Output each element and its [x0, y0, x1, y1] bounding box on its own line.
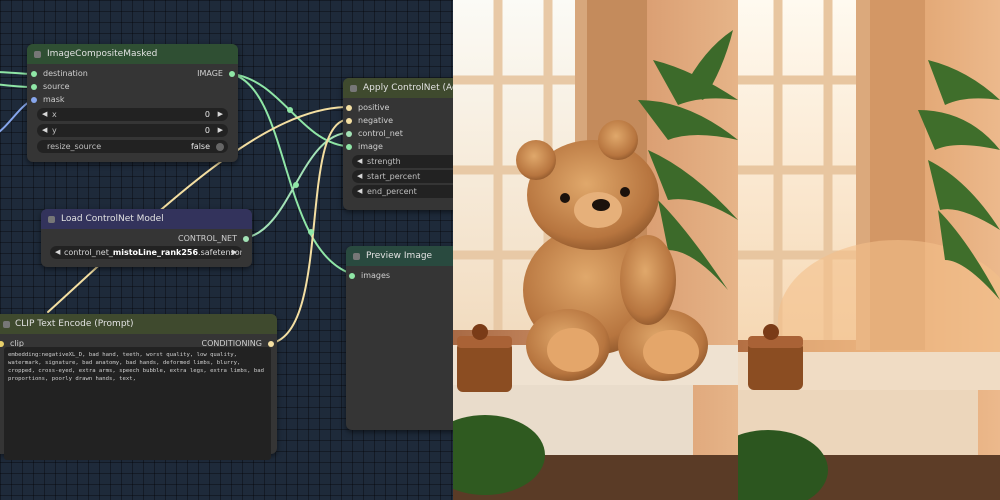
input-pin-icon[interactable]	[346, 131, 352, 137]
slot-label: control_net	[358, 129, 403, 138]
node-title[interactable]: CLIP Text Encode (Prompt)	[0, 314, 277, 334]
collapse-dot-icon[interactable]	[350, 85, 357, 92]
toggle-knob-icon[interactable]	[216, 143, 224, 151]
decrement-arrow-icon[interactable]: ◀	[42, 108, 47, 121]
node-title-text: Apply ControlNet (Adv	[363, 83, 453, 93]
node-apply-controlnet[interactable]: Apply ControlNet (Adv positive negative …	[343, 78, 453, 210]
reroute-dot[interactable]	[287, 107, 293, 113]
widget-value: 0	[204, 126, 210, 135]
input-pin-icon[interactable]	[31, 71, 37, 77]
windowsill-scene	[738, 0, 1000, 500]
collapse-dot-icon[interactable]	[353, 253, 360, 260]
slot-label: CONTROL_NET	[178, 234, 237, 243]
preview-image-empty-windowsill	[738, 0, 1000, 500]
output-pin-icon[interactable]	[243, 236, 249, 242]
widget-end-percent[interactable]: ◀ end_percent	[352, 185, 453, 198]
widget-label: x	[52, 110, 57, 119]
decrement-arrow-icon[interactable]: ◀	[357, 185, 362, 198]
widget-label: resize_source	[47, 142, 102, 151]
decrement-arrow-icon[interactable]: ◀	[357, 170, 362, 183]
widget-value: 0	[204, 110, 210, 119]
model-name: control_net_mistoLine_rank256.safetensor…	[64, 246, 242, 259]
input-pin-icon[interactable]	[346, 105, 352, 111]
slot-label: source	[43, 82, 70, 91]
next-arrow-icon[interactable]: ▶	[232, 246, 237, 259]
node-title[interactable]: Load ControlNet Model	[41, 209, 252, 229]
bear-scene	[453, 0, 738, 500]
input-pin-icon[interactable]	[346, 118, 352, 124]
input-positive[interactable]: positive	[346, 103, 389, 112]
prev-arrow-icon[interactable]: ◀	[55, 246, 60, 259]
input-mask[interactable]: mask	[31, 95, 65, 104]
widget-label: end_percent	[367, 187, 417, 196]
input-image[interactable]: image	[346, 142, 383, 151]
input-source[interactable]: source	[31, 82, 70, 91]
node-load-controlnet[interactable]: Load ControlNet Model CONTROL_NET ◀ cont…	[41, 209, 252, 267]
increment-arrow-icon[interactable]: ▶	[218, 108, 223, 121]
node-clip-text-encode[interactable]: CLIP Text Encode (Prompt) clip CONDITION…	[0, 314, 277, 460]
node-graph-canvas[interactable]: ImageCompositeMasked destination source …	[0, 0, 453, 500]
slot-label: images	[361, 271, 391, 280]
widget-controlnet-model[interactable]: ◀ control_net_mistoLine_rank256.safetens…	[50, 246, 242, 259]
input-negative[interactable]: negative	[346, 116, 393, 125]
node-preview-image[interactable]: Preview Image images	[346, 246, 453, 430]
node-title[interactable]: Apply ControlNet (Adv	[343, 78, 453, 98]
node-title[interactable]: Preview Image	[346, 246, 453, 266]
output-pin-icon[interactable]	[268, 341, 274, 347]
slot-label: mask	[43, 95, 65, 104]
decrement-arrow-icon[interactable]: ◀	[357, 155, 362, 168]
model-core-name: mistoLine_rank256	[112, 248, 199, 257]
slot-label: positive	[358, 103, 390, 112]
widget-strength[interactable]: ◀ strength	[352, 155, 453, 168]
widget-value: false	[190, 142, 210, 151]
preview-image-with-bear	[453, 0, 738, 500]
reroute-dot[interactable]	[308, 229, 314, 235]
input-images[interactable]: images	[349, 271, 390, 280]
input-pin-icon[interactable]	[31, 84, 37, 90]
widget-label: y	[52, 126, 57, 135]
node-title-text: ImageCompositeMasked	[47, 49, 158, 59]
output-image[interactable]: IMAGE	[197, 69, 235, 78]
collapse-dot-icon[interactable]	[3, 321, 10, 328]
widget-label: start_percent	[367, 172, 421, 181]
output-control-net[interactable]: CONTROL_NET	[178, 234, 249, 243]
collapse-dot-icon[interactable]	[48, 216, 55, 223]
reroute-dot[interactable]	[293, 182, 299, 188]
slot-label: IMAGE	[197, 69, 223, 78]
node-title-text: Load ControlNet Model	[61, 214, 164, 224]
output-pin-icon[interactable]	[229, 71, 235, 77]
widget-y[interactable]: ◀ y 0 ▶	[37, 124, 228, 137]
input-pin-icon[interactable]	[0, 341, 4, 347]
model-prefix: control_net_	[64, 248, 113, 257]
widget-resize-source[interactable]: resize_source false	[37, 140, 228, 153]
collapse-dot-icon[interactable]	[34, 51, 41, 58]
node-title-text: Preview Image	[366, 251, 433, 261]
slot-label: destination	[43, 69, 88, 78]
widget-x[interactable]: ◀ x 0 ▶	[37, 108, 228, 121]
input-pin-icon[interactable]	[346, 144, 352, 150]
decrement-arrow-icon[interactable]: ◀	[42, 124, 47, 137]
increment-arrow-icon[interactable]: ▶	[218, 124, 223, 137]
widget-start-percent[interactable]: ◀ start_percent	[352, 170, 453, 183]
slot-label: negative	[358, 116, 393, 125]
input-destination[interactable]: destination	[31, 69, 88, 78]
input-pin-icon[interactable]	[349, 273, 355, 279]
slot-label: image	[358, 142, 383, 151]
input-pin-icon[interactable]	[31, 97, 37, 103]
input-control-net[interactable]: control_net	[346, 129, 403, 138]
prompt-textarea[interactable]: embedding:negativeXL_D, bad hand, teeth,…	[4, 347, 271, 460]
node-title-text: CLIP Text Encode (Prompt)	[15, 319, 134, 329]
node-image-composite-masked[interactable]: ImageCompositeMasked destination source …	[27, 44, 238, 162]
widget-label: strength	[367, 157, 401, 166]
node-title[interactable]: ImageCompositeMasked	[27, 44, 238, 64]
